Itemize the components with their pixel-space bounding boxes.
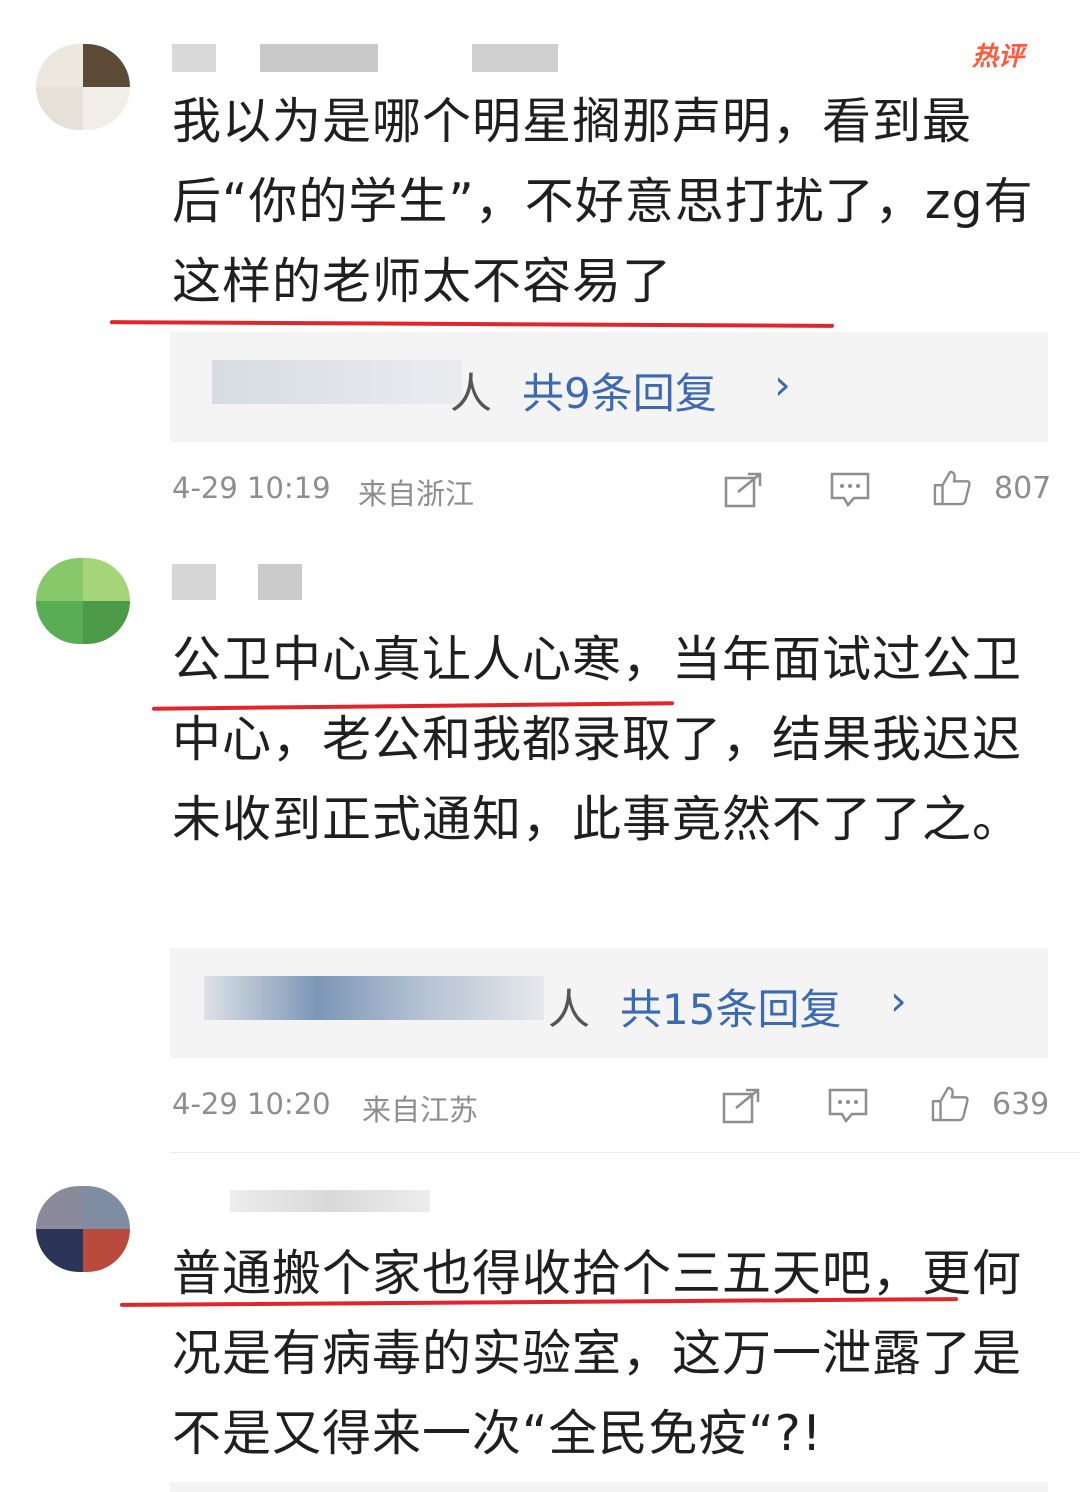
reply-authors-suffix: 人: [450, 369, 493, 418]
share-icon[interactable]: [722, 1088, 762, 1124]
reply-authors-suffix: 人: [548, 985, 591, 1034]
thumbs-up-icon[interactable]: [932, 470, 972, 506]
thumbs-up-icon[interactable]: [930, 1086, 970, 1122]
comment-text: 公卫中心真让人心寒，当年面试过公卫中心，老公和我都录取了，结果我迟迟未收到正式通…: [172, 631, 1023, 848]
share-icon[interactable]: [724, 472, 764, 508]
comment-1: 热评 我以为是哪个明星搁那声明，看到最后“你的学生”，不好意思打扰了，zg有这样…: [0, 0, 1080, 540]
username-blurred[interactable]: [230, 1190, 430, 1212]
comment-location: 来自江苏: [362, 1093, 479, 1127]
replies-count-link[interactable]: 共9条回复: [522, 360, 717, 421]
comment-time: 4-29 10:20: [172, 1087, 331, 1121]
avatar[interactable]: [36, 1186, 130, 1272]
reply-authors-blurred: [212, 360, 462, 404]
next-comment-edge: [170, 1482, 1048, 1492]
reply-authors-blurred: [204, 976, 544, 1020]
comment-text: 普通搬个家也得收拾个三五天吧，更何况是有病毒的实验室，这万一泄露了是不是又得来一…: [172, 1245, 1023, 1462]
comment-time: 4-29 10:19: [172, 471, 331, 505]
comment-2: 公卫中心真让人心寒，当年面试过公卫中心，老公和我都录取了，结果我迟迟未收到正式通…: [0, 540, 1080, 1160]
replies-preview[interactable]: 人 共9条回复 ›: [170, 332, 1048, 442]
like-count: 807: [994, 471, 1052, 506]
like-count: 639: [992, 1087, 1050, 1122]
comment-divider: [170, 1152, 1080, 1153]
comment-3: 普通搬个家也得收拾个三五天吧，更何况是有病毒的实验室，这万一泄露了是不是又得来一…: [0, 1160, 1080, 1492]
comment-icon[interactable]: [828, 1088, 868, 1124]
username-blurred[interactable]: [172, 44, 562, 74]
comment-text: 我以为是哪个明星搁那声明，看到最后“你的学生”，不好意思打扰了，zg有这样的老师…: [172, 93, 1034, 310]
comment-location: 来自浙江: [358, 477, 475, 511]
replies-preview[interactable]: 人 共15条回复 ›: [170, 948, 1048, 1058]
avatar[interactable]: [36, 558, 130, 644]
avatar[interactable]: [36, 44, 130, 130]
chevron-right-icon: ›: [890, 976, 907, 1025]
username-blurred[interactable]: [172, 564, 312, 600]
replies-count-link[interactable]: 共15条回复: [620, 976, 841, 1037]
hot-comment-badge: 热评: [972, 42, 1025, 72]
comment-icon[interactable]: [830, 472, 870, 508]
chevron-right-icon: ›: [774, 360, 791, 409]
